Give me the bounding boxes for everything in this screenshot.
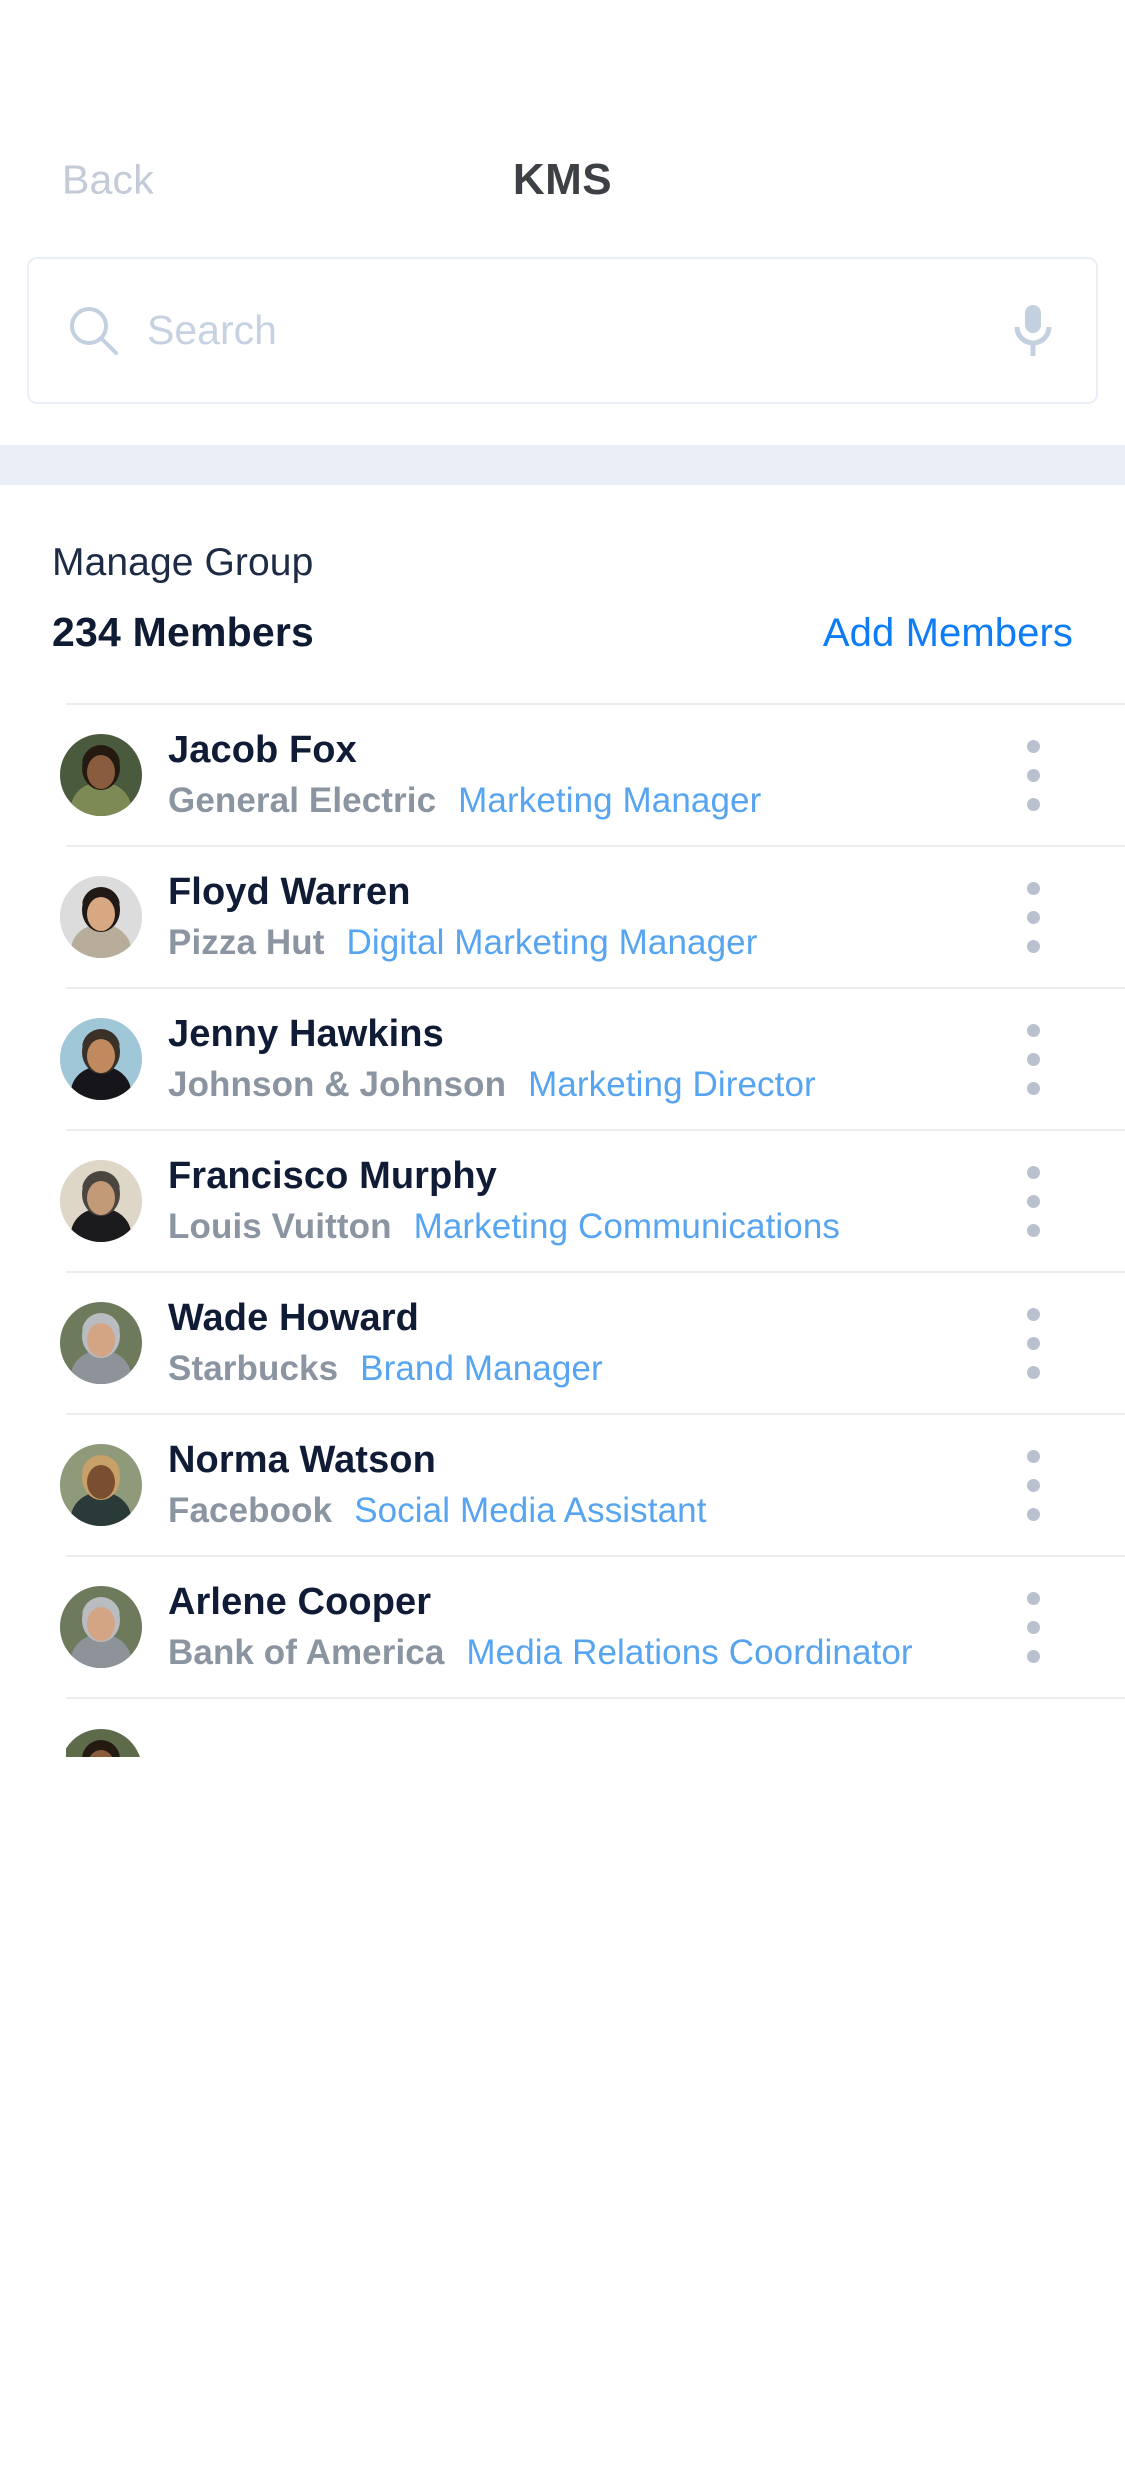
member-name: Norma Watson xyxy=(168,1439,436,1481)
member-options-menu-icon[interactable] xyxy=(1007,1293,1059,1393)
member-options-menu-icon[interactable] xyxy=(1007,867,1059,967)
member-row[interactable]: Norma Watson Facebook Social Media Assista… xyxy=(60,1413,1125,1555)
member-name: Jenny Hawkins xyxy=(168,1013,444,1055)
search-container xyxy=(0,240,1125,445)
member-options-menu-icon[interactable] xyxy=(1007,1151,1059,1251)
member-subtitle: Louis Vuitton Marketing Communications xyxy=(168,1207,993,1247)
page-title: KMS xyxy=(512,155,613,204)
search-bar[interactable] xyxy=(27,257,1098,404)
member-name: Francisco Murphy xyxy=(168,1155,497,1197)
member-name: Jacob Fox xyxy=(168,729,357,771)
member-list: Jacob Fox General Electric Marketing Manag… xyxy=(0,703,1125,1757)
member-info: Francisco Murphy Louis Vuitton Marketing C… xyxy=(168,1155,993,1247)
member-role[interactable]: Marketing Director xyxy=(528,1065,816,1105)
member-company: Pizza Hut xyxy=(168,923,325,962)
member-role[interactable]: Social Media Assistant xyxy=(354,1491,706,1531)
member-row[interactable] xyxy=(66,1697,1125,1757)
avatar xyxy=(60,1444,142,1526)
avatar xyxy=(66,1729,142,1757)
member-subtitle: Starbucks Brand Manager xyxy=(168,1349,993,1389)
member-info: Wade Howard Starbucks Brand Manager xyxy=(168,1297,993,1389)
member-name: Floyd Warren xyxy=(168,871,411,913)
member-role[interactable]: Media Relations Coordinator xyxy=(466,1633,912,1673)
add-members-button[interactable]: Add Members xyxy=(823,611,1073,656)
section-divider-band xyxy=(0,445,1125,485)
avatar xyxy=(60,734,142,816)
avatar xyxy=(60,876,142,958)
member-row[interactable]: Jacob Fox General Electric Marketing Manag… xyxy=(60,703,1125,845)
member-subtitle: Bank of America Media Relations Coordinat… xyxy=(168,1633,993,1673)
member-row[interactable]: Jenny Hawkins Johnson & Johnson Marketing … xyxy=(60,987,1125,1129)
member-name: Arlene Cooper xyxy=(168,1581,432,1623)
member-row[interactable]: Arlene Cooper Bank of America Media Relati… xyxy=(60,1555,1125,1697)
member-company: Starbucks xyxy=(168,1349,339,1388)
navigation-bar: Back KMS xyxy=(0,120,1125,240)
member-company: Johnson & Johnson xyxy=(168,1065,507,1104)
member-row[interactable]: Wade Howard Starbucks Brand Manager xyxy=(60,1271,1125,1413)
avatar xyxy=(60,1018,142,1100)
member-options-menu-icon[interactable] xyxy=(1007,1009,1059,1109)
member-role[interactable]: Marketing Manager xyxy=(458,781,761,821)
search-input[interactable] xyxy=(147,259,986,402)
avatar xyxy=(60,1160,142,1242)
member-company: Bank of America xyxy=(168,1633,445,1672)
member-company: Louis Vuitton xyxy=(168,1207,392,1246)
member-row[interactable]: Francisco Murphy Louis Vuitton Marketing C… xyxy=(60,1129,1125,1271)
app-screen: Back KMS Manage Group xyxy=(0,0,1125,2475)
manage-group-heading: Manage Group xyxy=(52,541,314,584)
main-content: Manage Group 234 Members Add Members Jac… xyxy=(0,485,1125,1757)
microphone-icon[interactable] xyxy=(1012,303,1054,359)
member-count-row: 234 Members Add Members xyxy=(0,585,1125,656)
member-info: Arlene Cooper Bank of America Media Relati… xyxy=(168,1581,993,1673)
member-company: Facebook xyxy=(168,1491,333,1530)
member-subtitle: Facebook Social Media Assistant xyxy=(168,1491,993,1531)
member-role[interactable]: Marketing Communications xyxy=(414,1207,840,1247)
member-name: Wade Howard xyxy=(168,1297,419,1339)
member-options-menu-icon[interactable] xyxy=(1007,725,1059,825)
member-row[interactable]: Floyd Warren Pizza Hut Digital Marketing M… xyxy=(60,845,1125,987)
member-subtitle: Johnson & Johnson Marketing Director xyxy=(168,1065,993,1105)
member-options-menu-icon[interactable] xyxy=(1007,1577,1059,1677)
member-info: Floyd Warren Pizza Hut Digital Marketing M… xyxy=(168,871,993,963)
member-company: General Electric xyxy=(168,781,437,820)
member-info: Jenny Hawkins Johnson & Johnson Marketing … xyxy=(168,1013,993,1105)
member-role[interactable]: Digital Marketing Manager xyxy=(346,923,757,963)
member-role[interactable]: Brand Manager xyxy=(360,1349,603,1389)
avatar xyxy=(60,1302,142,1384)
member-count: 234 Members xyxy=(52,609,315,655)
member-info: Norma Watson Facebook Social Media Assista… xyxy=(168,1439,993,1531)
member-info: Jacob Fox General Electric Marketing Manag… xyxy=(168,729,993,821)
search-icon xyxy=(67,304,121,358)
member-options-menu-icon[interactable] xyxy=(1007,1435,1059,1535)
member-subtitle: General Electric Marketing Manager xyxy=(168,781,993,821)
member-subtitle: Pizza Hut Digital Marketing Manager xyxy=(168,923,993,963)
avatar xyxy=(60,1586,142,1668)
status-bar xyxy=(0,0,1125,120)
